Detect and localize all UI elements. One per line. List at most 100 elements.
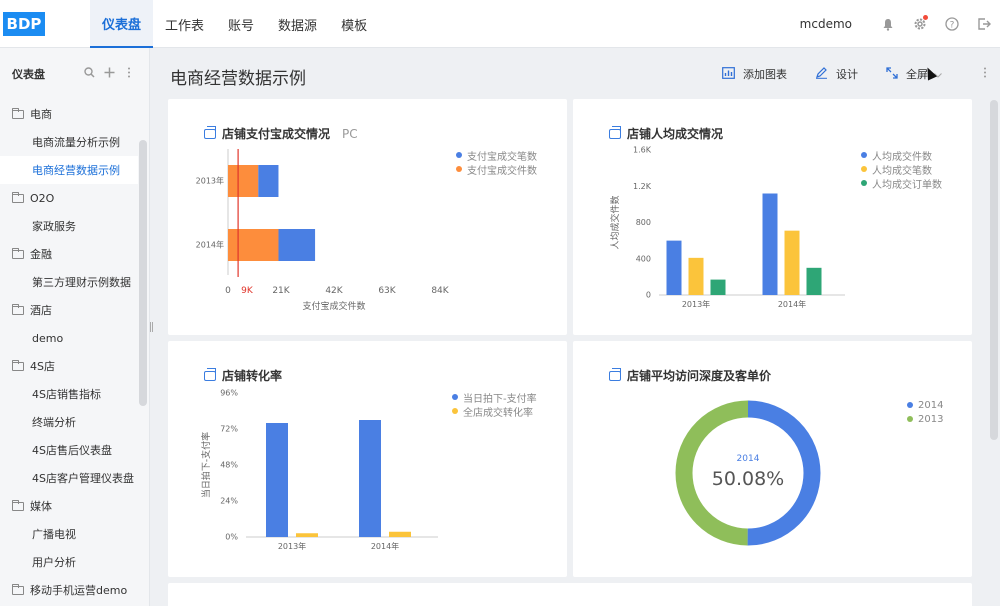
card-depth-chart[interactable]: 店铺平均访问深度及客单价 2014 50.08% 2014 2013	[573, 341, 972, 577]
donut-center-label: 2014	[737, 454, 760, 464]
sidebar-item[interactable]: 4S店售后仪表盘	[0, 436, 149, 464]
bar	[806, 267, 822, 295]
sidebar-item[interactable]: 第三方理财示例数据	[0, 268, 149, 296]
sidebar-tree: 电商 电商流量分析示例 电商经营数据示例 O2O 家政服务金融第三方理财示例数据酒店 de…	[0, 100, 149, 606]
sidebar-item[interactable]: 电商经营数据示例	[0, 156, 138, 184]
pay-bar-chart: 0 21K 42K 63K 84K 2013年 2014年 9K 支付宝成交件数	[196, 149, 450, 312]
x-tick-label: 84K	[431, 286, 449, 296]
donut-center-value: 50.08%	[712, 468, 784, 490]
y-tick-label: 48%	[220, 461, 238, 470]
sidebar-group[interactable]: 金融	[0, 240, 149, 268]
logout-icon[interactable]	[968, 0, 1000, 48]
sidebar-resize-handle[interactable]	[150, 322, 153, 332]
x-tick-label: 2013年	[682, 299, 710, 309]
sidebar-group[interactable]: 媒体	[0, 492, 149, 520]
y-tick-label: 2013年	[196, 176, 224, 186]
svg-text:?: ?	[950, 21, 955, 31]
donut-chart: 2014 50.08%	[675, 400, 821, 546]
bar	[266, 423, 288, 537]
sidebar-item[interactable]: 用户分析	[0, 548, 149, 576]
sidebar-item[interactable]: 4S店客户管理仪表盘	[0, 464, 149, 492]
sidebar-group-label: 酒店	[30, 304, 52, 317]
bell-icon[interactable]	[872, 0, 904, 48]
sidebar-group[interactable]: O2O	[0, 184, 149, 212]
folder-icon	[12, 247, 24, 259]
legend-item[interactable]: 2013	[907, 412, 943, 426]
tab-account[interactable]: 账号	[216, 0, 266, 48]
legend-label: 全店成交转化率	[463, 407, 533, 419]
legend-label: 当日拍下-支付率	[463, 393, 537, 405]
design-label: 设计	[836, 68, 858, 81]
tab-datasource[interactable]: 数据源	[266, 0, 329, 48]
chart-legend: 2014 2013	[907, 398, 943, 426]
y-tick-label: 24%	[220, 497, 238, 506]
sidebar-scrollbar[interactable]	[139, 140, 147, 406]
bar-segment	[278, 229, 316, 261]
sidebar-title: 仪表盘	[12, 68, 45, 81]
bar	[296, 533, 318, 537]
brand-logo[interactable]: BDP	[0, 0, 48, 48]
expand-icon	[886, 66, 898, 82]
legend-item[interactable]: 2014	[907, 398, 943, 412]
card-conv-chart[interactable]: 店铺转化率 0% 24% 48% 72% 96% 2013年 2014年 当日拍下-支付率 当…	[168, 341, 567, 577]
tab-template[interactable]: 模板	[329, 0, 379, 48]
add-chart-label: 添加图表	[743, 68, 787, 81]
card-pay-chart[interactable]: 店铺支付宝成交情况 PC 0 21K 42K 63K 84K 2013年 2014年 9K 支付…	[168, 99, 567, 335]
sidebar-group-label: 金融	[30, 248, 52, 261]
legend-item[interactable]: 支付宝成交件数	[456, 162, 537, 177]
bar-chart-icon	[722, 66, 735, 82]
sidebar-item[interactable]: 终端分析	[0, 408, 149, 436]
sidebar-group[interactable]: 移动手机运营demo	[0, 576, 149, 604]
sidebar-group-label: 4S店	[30, 360, 55, 373]
bar	[666, 240, 682, 295]
x-tick-label: 2014年	[371, 541, 399, 551]
legend-dot	[452, 408, 458, 414]
help-icon[interactable]: ?	[936, 0, 968, 48]
tab-dashboard[interactable]: 仪表盘	[90, 0, 154, 48]
sidebar-item[interactable]: 家政服务	[0, 212, 149, 240]
sidebar-item[interactable]: 4S店销售指标	[0, 380, 149, 408]
y-axis-title: 人均成交件数	[609, 195, 621, 249]
sidebar-group[interactable]: 4S店	[0, 352, 149, 380]
legend-item[interactable]: 人均成交笔数	[861, 162, 942, 177]
legend-item[interactable]: 支付宝成交笔数	[456, 148, 537, 163]
sidebar-item[interactable]: 广播电视	[0, 520, 149, 548]
add-chart-button[interactable]: 添加图表	[722, 66, 787, 82]
sidebar-group[interactable]: 酒店	[0, 296, 149, 324]
chart-legend: 人均成交件数 人均成交笔数人均成交订单数	[861, 148, 942, 191]
folder-icon	[12, 583, 24, 595]
gear-icon[interactable]	[904, 0, 936, 48]
y-tick-label: 0	[646, 291, 651, 300]
sidebar-group[interactable]: 电商	[0, 100, 149, 128]
tab-worksheet[interactable]: 工作表	[153, 0, 216, 48]
legend-item[interactable]: 人均成交订单数	[861, 176, 942, 191]
username[interactable]: mcdemo	[800, 17, 852, 31]
legend-item[interactable]: 当日拍下-支付率	[452, 390, 537, 405]
y-tick-label: 400	[636, 254, 651, 263]
bar	[762, 193, 778, 295]
pencil-icon	[815, 66, 828, 82]
sidebar-item[interactable]: demo	[0, 324, 149, 352]
x-axis-title: 支付宝成交件数	[302, 300, 365, 312]
more-vertical-icon[interactable]	[119, 67, 139, 82]
sidebar-item[interactable]: 电商流量分析示例	[0, 128, 149, 156]
legend-item[interactable]: 全店成交转化率	[452, 404, 537, 419]
chart-legend: 支付宝成交笔数 支付宝成交件数	[456, 148, 537, 177]
top-right-tools: mcdemo ?	[800, 0, 1000, 48]
legend-label: 人均成交订单数	[872, 179, 942, 191]
legend-dot	[456, 166, 462, 172]
legend-label: 支付宝成交笔数	[467, 151, 537, 163]
legend-dot	[861, 152, 867, 158]
more-vertical-icon[interactable]	[970, 67, 1000, 81]
design-button[interactable]: 设计	[815, 66, 858, 82]
sidebar-header: 仪表盘	[0, 48, 149, 100]
add-icon[interactable]	[99, 67, 119, 82]
legend-item[interactable]: 人均成交件数	[861, 148, 942, 163]
avg-bar-chart: 0 400 800 1.2K 1.6K 2013年 2014年 人均成交件数	[609, 146, 845, 309]
search-icon[interactable]	[79, 66, 99, 82]
bar-segment	[228, 165, 259, 197]
folder-icon	[12, 303, 24, 315]
main-scrollbar[interactable]	[990, 100, 998, 440]
card-avg-chart[interactable]: 店铺人均成交情况 0 400 800 1.2K 1.6K 2013年 2014年 人均成交件数…	[573, 99, 972, 335]
legend-dot	[907, 416, 913, 422]
